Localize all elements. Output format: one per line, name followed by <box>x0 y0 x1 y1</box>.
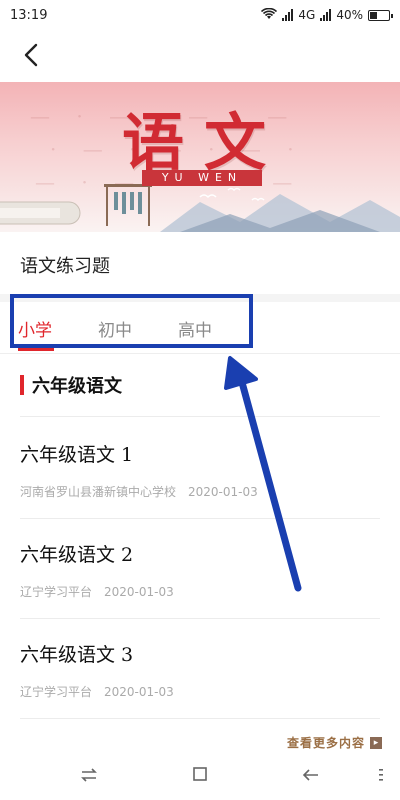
menu-icon <box>378 767 384 786</box>
back-button[interactable] <box>14 40 48 74</box>
article-source: 辽宁学习平台 <box>20 585 93 599</box>
battery-level <box>370 11 378 19</box>
network-type: 4G <box>298 8 316 22</box>
battery-percent: 40% <box>336 8 363 22</box>
top-nav <box>0 30 400 82</box>
article-source: 河南省罗山县潘新镇中心学校 <box>20 485 177 499</box>
status-time: 13:19 <box>10 7 48 23</box>
active-tab-indicator <box>18 348 54 351</box>
article-meta: 河南省罗山县潘新镇中心学校 2020-01-03 <box>20 483 380 500</box>
system-nav-bar <box>0 752 400 800</box>
list-item[interactable]: 六年级语文 2 辽宁学习平台 2020-01-03 <box>20 540 380 600</box>
divider <box>20 416 380 417</box>
article-meta: 辽宁学习平台 2020-01-03 <box>20 583 380 600</box>
view-more-button[interactable]: 查看更多内容 ▸ <box>287 734 382 751</box>
list-heading: 六年级语文 <box>20 374 122 397</box>
article-title: 六年级语文 2 <box>20 544 134 566</box>
divider <box>20 618 380 619</box>
chevron-left-icon <box>24 43 38 71</box>
divider <box>20 718 380 719</box>
home-button[interactable] <box>187 764 213 788</box>
signal-icon-2 <box>320 9 332 21</box>
banner-subtitle: YU WEN <box>142 170 262 186</box>
home-icon <box>192 766 208 786</box>
article-date: 2020-01-03 <box>188 485 258 499</box>
back-icon <box>302 767 320 786</box>
arrow-right-icon: ▸ <box>370 736 382 749</box>
system-back-button[interactable] <box>298 764 324 788</box>
recents-icon <box>80 767 98 786</box>
article-source: 辽宁学习平台 <box>20 685 93 699</box>
article-meta: 辽宁学习平台 2020-01-03 <box>20 683 380 700</box>
status-bar: 13:19 4G 40% <box>0 0 400 30</box>
list-heading-text: 六年级语文 <box>32 376 122 397</box>
signal-icon <box>282 9 294 21</box>
article-title: 六年级语文 3 <box>20 644 134 666</box>
wifi-icon <box>261 7 278 23</box>
annotation-highlight-box <box>10 294 253 348</box>
recents-button[interactable] <box>76 764 102 788</box>
list-item[interactable]: 六年级语文 1 河南省罗山县潘新镇中心学校 2020-01-03 <box>20 440 380 500</box>
view-more-label: 查看更多内容 <box>286 736 365 750</box>
divider <box>20 518 380 519</box>
list-item[interactable]: 六年级语文 3 辽宁学习平台 2020-01-03 <box>20 640 380 700</box>
banner: — · — · — · — · — · — · — · — · — · — · … <box>0 82 400 232</box>
article-date: 2020-01-03 <box>104 585 174 599</box>
page-title: 语文练习题 <box>20 256 110 277</box>
menu-button[interactable] <box>368 764 394 788</box>
article-title: 六年级语文 1 <box>20 444 134 466</box>
status-right: 4G 40% <box>261 7 393 23</box>
heading-accent-bar <box>20 375 24 395</box>
battery-icon <box>368 9 393 21</box>
banner-title: 语文 <box>122 106 287 179</box>
article-date: 2020-01-03 <box>104 685 174 699</box>
